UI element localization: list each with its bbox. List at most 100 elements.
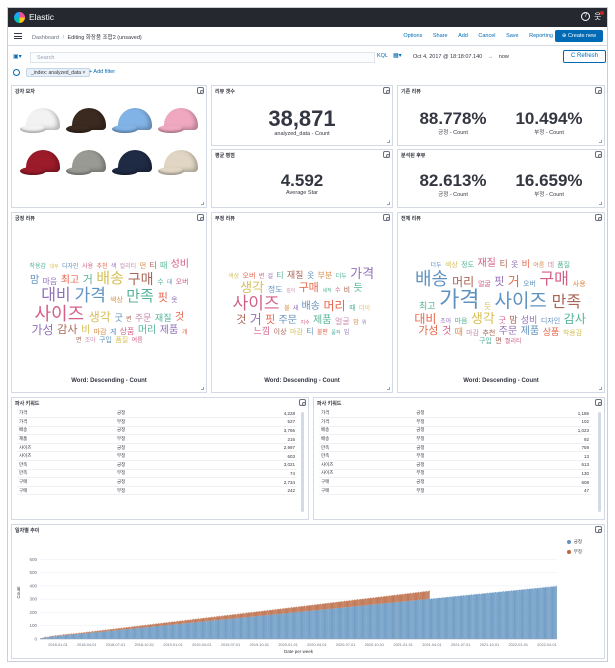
wordcloud-word[interactable]: 재질: [287, 271, 304, 280]
wordcloud-word[interactable]: 조아: [440, 319, 451, 325]
wordcloud-word[interactable]: 감사: [57, 324, 77, 336]
wordcloud-word[interactable]: 색상: [110, 297, 123, 304]
wordcloud-word[interactable]: 재질: [155, 313, 172, 323]
date-end[interactable]: now: [499, 54, 509, 60]
wordcloud-word[interactable]: 핏: [265, 315, 275, 326]
calendar-icon[interactable]: ▦▾: [393, 52, 411, 63]
wordcloud-word[interactable]: 옷: [307, 272, 314, 280]
wordcloud-word[interactable]: 가성: [418, 325, 438, 337]
wordcloud-word[interactable]: 거: [83, 274, 93, 286]
wordcloud-word[interactable]: 추천: [482, 330, 495, 337]
wordcloud-word[interactable]: 얼굴: [478, 281, 491, 288]
wordcloud-word[interactable]: 감사: [564, 313, 586, 325]
wordcloud-word[interactable]: 마감: [466, 330, 479, 337]
wordcloud-word[interactable]: 때: [455, 327, 463, 337]
wordcloud-word[interactable]: 수: [157, 279, 163, 286]
wordcloud-word[interactable]: 대비: [41, 287, 70, 304]
menu-icon[interactable]: [14, 33, 22, 39]
wordcloud-word[interactable]: 데: [548, 262, 554, 269]
wordcloud-word[interactable]: 디자인: [541, 318, 560, 325]
resize-handle[interactable]: [387, 140, 390, 143]
wordcloud-word[interactable]: 구입: [99, 337, 112, 344]
menu-save[interactable]: Save: [506, 33, 519, 39]
wordcloud-word[interactable]: 만족: [126, 289, 154, 304]
wordcloud-word[interactable]: 핏: [494, 276, 504, 288]
wordcloud-word[interactable]: 느낌: [254, 327, 271, 336]
wordcloud-word[interactable]: 맘: [509, 315, 517, 325]
resize-handle[interactable]: [599, 202, 602, 205]
panel-options-icon[interactable]: [595, 399, 602, 406]
wordcloud-word[interactable]: 티: [149, 261, 156, 270]
wordcloud-word[interactable]: 품질: [557, 262, 570, 269]
wordcloud-word[interactable]: 불: [284, 306, 290, 312]
menu-add[interactable]: Add: [458, 33, 468, 39]
wordcloud-word[interactable]: 것: [442, 326, 451, 337]
search-input[interactable]: Search: [30, 52, 375, 63]
wordcloud-word[interactable]: 대비: [414, 313, 436, 325]
wordcloud-word[interactable]: 것: [175, 312, 184, 323]
wordcloud-word[interactable]: 깊이: [286, 289, 295, 294]
scrollbar[interactable]: [598, 412, 601, 512]
wordcloud-word[interactable]: 마감: [94, 329, 107, 336]
wordcloud-word[interactable]: 옷: [511, 260, 518, 269]
wordcloud-word[interactable]: 색: [111, 264, 117, 270]
wordcloud-word[interactable]: 머리: [452, 276, 474, 288]
refresh-button[interactable]: C Refresh: [563, 50, 606, 63]
wordcloud-word[interactable]: 불편: [317, 330, 328, 336]
panel-options-icon[interactable]: [383, 151, 390, 158]
wordcloud-word[interactable]: 제품: [521, 326, 539, 337]
panel-options-icon[interactable]: [299, 399, 306, 406]
wordcloud-word[interactable]: 핏: [158, 292, 168, 304]
wordcloud-word[interactable]: 맘: [30, 275, 39, 286]
breadcrumb-dashboard[interactable]: Dashboard: [32, 35, 59, 41]
wordcloud-word[interactable]: 머리: [138, 325, 156, 336]
wordcloud-word[interactable]: 비: [81, 325, 90, 336]
elastic-logo-icon[interactable]: [14, 12, 25, 23]
wordcloud-word[interactable]: 구매: [299, 283, 319, 294]
resize-handle[interactable]: [201, 202, 204, 205]
wordcloud-word[interactable]: 가성: [31, 324, 53, 336]
wordcloud-word[interactable]: 가격: [439, 288, 479, 311]
panel-options-icon[interactable]: [595, 151, 602, 158]
wordcloud-word[interactable]: 만족: [552, 294, 581, 311]
wordcloud-word[interactable]: 비: [344, 287, 350, 294]
wordcloud-word[interactable]: 구매: [539, 271, 568, 288]
wordcloud-word[interactable]: 것: [236, 315, 246, 326]
menu-cancel[interactable]: Cancel: [478, 33, 495, 39]
wordcloud-word[interactable]: 때: [349, 305, 355, 312]
wordcloud-word[interactable]: 생각: [89, 311, 111, 323]
kql-toggle[interactable]: KQL: [377, 53, 388, 59]
wordcloud-word[interactable]: 걸: [268, 274, 274, 280]
resize-handle[interactable]: [387, 387, 390, 390]
wordcloud-word[interactable]: 구매: [128, 272, 154, 286]
wordcloud-word[interactable]: 색상: [228, 274, 239, 280]
panel-options-icon[interactable]: [197, 87, 204, 94]
wordcloud-word[interactable]: 변: [126, 317, 132, 323]
menu-reporting[interactable]: Reporting: [529, 33, 553, 39]
date-start[interactable]: Oct 4, 2017 @ 18:18:07.140: [413, 54, 482, 60]
wordcloud-word[interactable]: 위: [362, 321, 367, 326]
wordcloud-word[interactable]: 색상: [445, 262, 458, 269]
wordcloud-word[interactable]: 세작: [322, 289, 331, 294]
date-range[interactable]: Oct 4, 2017 @ 18:18:07.140 → now: [413, 52, 560, 63]
wordcloud-word[interactable]: 사이즈: [34, 305, 84, 323]
wordcloud-word[interactable]: 품질: [115, 337, 128, 344]
wordcloud-word[interactable]: 배송: [96, 271, 124, 286]
wordcloud-word[interactable]: 최고: [419, 301, 436, 311]
wordcloud-word[interactable]: 얼굴: [335, 318, 350, 326]
wordcloud-word[interactable]: 주문: [135, 313, 152, 323]
wordcloud-word[interactable]: 디자인: [62, 264, 79, 270]
wordcloud-word[interactable]: 더두: [430, 263, 441, 269]
wordcloud-word[interactable]: 배송: [415, 270, 448, 288]
wordcloud-word[interactable]: 제품: [313, 316, 331, 326]
wordcloud-word[interactable]: 대두: [50, 264, 59, 270]
wordcloud-word[interactable]: 착용감: [563, 330, 582, 337]
filter-pill[interactable]: _index: analyzed_data ×: [26, 68, 91, 77]
wordcloud-word[interactable]: 품적: [331, 331, 340, 336]
wordcloud-word[interactable]: 조아: [85, 338, 96, 344]
wordcloud-word[interactable]: 가격: [350, 267, 374, 280]
wordcloud-word[interactable]: 사이즈: [494, 292, 546, 311]
wordcloud-word[interactable]: 더두: [336, 274, 347, 280]
wordcloud-word[interactable]: 사용: [82, 264, 93, 270]
wordcloud-word[interactable]: 수: [335, 288, 341, 294]
